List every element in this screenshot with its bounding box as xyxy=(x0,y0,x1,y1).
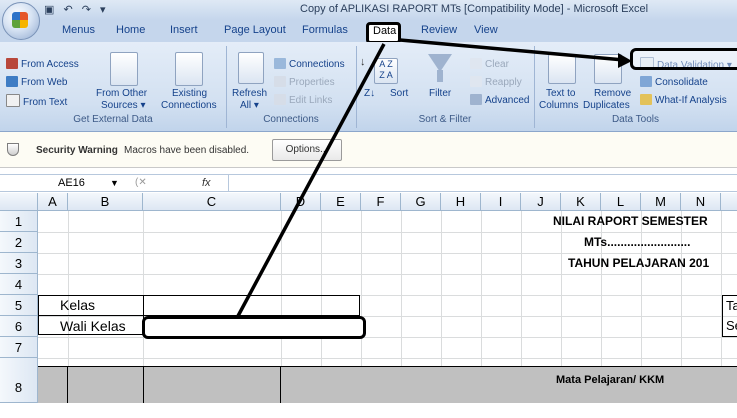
annotation-arrow-line xyxy=(399,38,625,62)
annotation-line xyxy=(236,43,386,317)
annotation-arrow-head xyxy=(618,53,632,68)
annotation-overlay xyxy=(236,38,632,317)
